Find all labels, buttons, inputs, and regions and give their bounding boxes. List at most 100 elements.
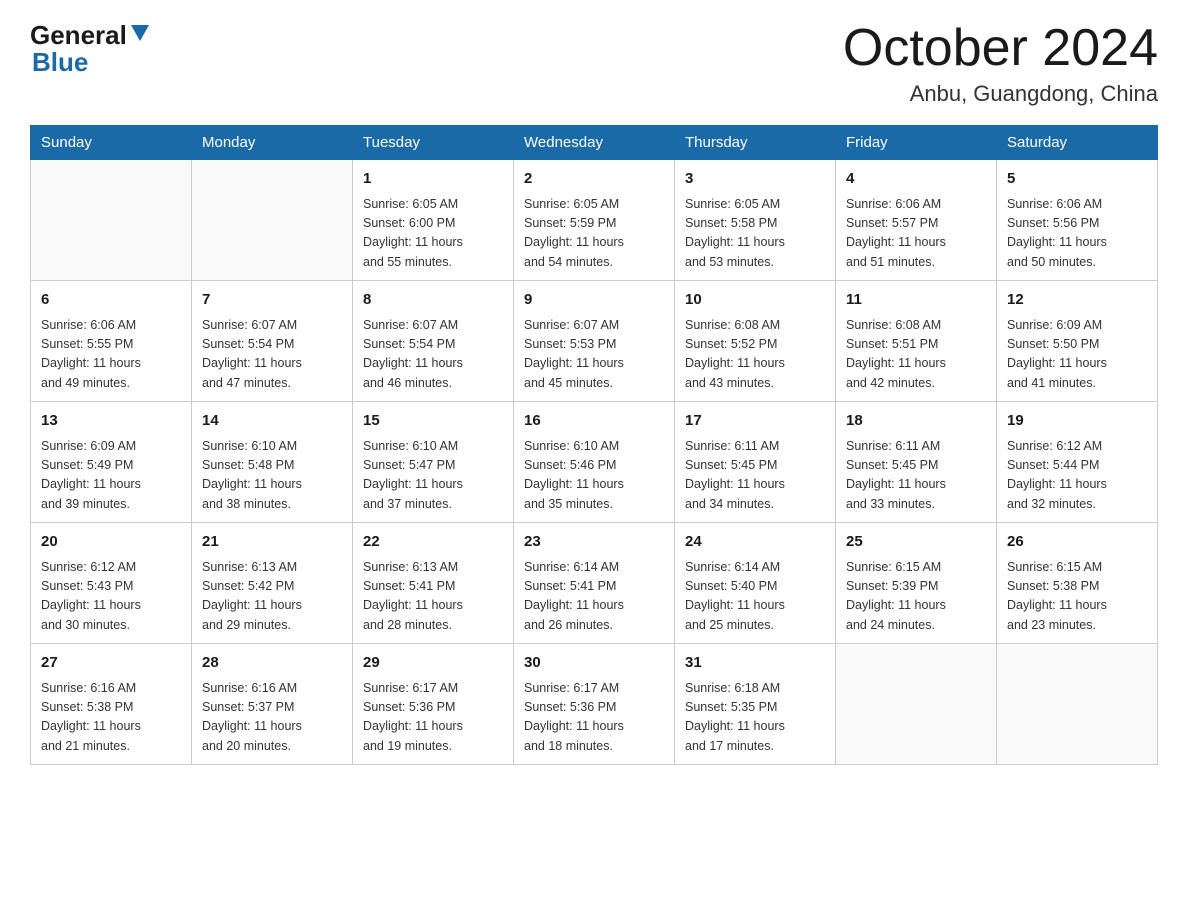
day-info: Sunrise: 6:07 AMSunset: 5:54 PMDaylight:… (363, 316, 503, 394)
day-number: 17 (685, 410, 825, 433)
day-info: Sunrise: 6:18 AMSunset: 5:35 PMDaylight:… (685, 679, 825, 757)
day-info: Sunrise: 6:13 AMSunset: 5:42 PMDaylight:… (202, 558, 342, 636)
day-number: 25 (846, 531, 986, 554)
header-monday: Monday (192, 126, 353, 160)
calendar-cell: 15 Sunrise: 6:10 AMSunset: 5:47 PMDayligh… (353, 402, 514, 523)
day-info: Sunrise: 6:05 AMSunset: 5:58 PMDaylight:… (685, 195, 825, 273)
header-tuesday: Tuesday (353, 126, 514, 160)
day-number: 31 (685, 652, 825, 675)
calendar-cell: 30Sunrise: 6:17 AMSunset: 5:36 PMDayligh… (514, 644, 675, 765)
logo-blue-text: Blue (32, 47, 88, 77)
day-number: 28 (202, 652, 342, 675)
day-info: Sunrise: 6:05 AMSunset: 5:59 PMDaylight:… (524, 195, 664, 273)
day-info: Sunrise: 6:16 AMSunset: 5:38 PMDaylight:… (41, 679, 181, 757)
day-number: 9 (524, 289, 664, 312)
day-number: 10 (685, 289, 825, 312)
calendar-week-5: 27 Sunrise: 6:16 AMSunset: 5:38 PMDayligh… (31, 644, 1158, 765)
calendar-cell: 22Sunrise: 6:13 AMSunset: 5:41 PMDayligh… (353, 523, 514, 644)
day-number: 7 (202, 289, 342, 312)
day-info: Sunrise: 6:07 AMSunset: 5:53 PMDaylight:… (524, 316, 664, 394)
day-info: Sunrise: 6:08 AMSunset: 5:52 PMDaylight:… (685, 316, 825, 394)
day-info: Sunrise: 6:08 AMSunset: 5:51 PMDaylight:… (846, 316, 986, 394)
page-header: General Blue October 2024 Anbu, Guangdon… (30, 20, 1158, 107)
day-number: 19 (1007, 410, 1147, 433)
calendar-cell: 20Sunrise: 6:12 AMSunset: 5:43 PMDayligh… (31, 523, 192, 644)
calendar-cell: 6 Sunrise: 6:06 AMSunset: 5:55 PMDaylight… (31, 281, 192, 402)
calendar-cell: 28 Sunrise: 6:16 AMSunset: 5:37 PMDayligh… (192, 644, 353, 765)
day-number: 6 (41, 289, 181, 312)
calendar-week-3: 13Sunrise: 6:09 AMSunset: 5:49 PMDayligh… (31, 402, 1158, 523)
day-info: Sunrise: 6:07 AMSunset: 5:54 PMDaylight:… (202, 316, 342, 394)
day-info: Sunrise: 6:11 AMSunset: 5:45 PMDaylight:… (685, 437, 825, 515)
calendar-cell (192, 160, 353, 281)
day-info: Sunrise: 6:09 AMSunset: 5:49 PMDaylight:… (41, 437, 181, 515)
calendar-cell (997, 644, 1158, 765)
day-info: Sunrise: 6:14 AMSunset: 5:41 PMDaylight:… (524, 558, 664, 636)
day-info: Sunrise: 6:10 AMSunset: 5:48 PMDaylight:… (202, 437, 342, 515)
header-friday: Friday (836, 126, 997, 160)
day-info: Sunrise: 6:11 AMSunset: 5:45 PMDaylight:… (846, 437, 986, 515)
calendar-cell (31, 160, 192, 281)
day-info: Sunrise: 6:06 AMSunset: 5:57 PMDaylight:… (846, 195, 986, 273)
day-info: Sunrise: 6:14 AMSunset: 5:40 PMDaylight:… (685, 558, 825, 636)
title-area: October 2024 Anbu, Guangdong, China (843, 20, 1158, 107)
calendar-cell: 8Sunrise: 6:07 AMSunset: 5:54 PMDaylight… (353, 281, 514, 402)
calendar-cell: 23 Sunrise: 6:14 AMSunset: 5:41 PMDayligh… (514, 523, 675, 644)
day-number: 26 (1007, 531, 1147, 554)
logo: General Blue (30, 20, 151, 76)
header-saturday: Saturday (997, 126, 1158, 160)
day-number: 15 (363, 410, 503, 433)
calendar-cell: 3 Sunrise: 6:05 AMSunset: 5:58 PMDaylight… (675, 160, 836, 281)
header-thursday: Thursday (675, 126, 836, 160)
calendar-week-4: 20Sunrise: 6:12 AMSunset: 5:43 PMDayligh… (31, 523, 1158, 644)
calendar-cell: 14Sunrise: 6:10 AMSunset: 5:48 PMDayligh… (192, 402, 353, 523)
day-number: 1 (363, 168, 503, 191)
logo-icon (129, 21, 151, 48)
calendar-week-1: 1 Sunrise: 6:05 AMSunset: 6:00 PMDaylight… (31, 160, 1158, 281)
page-title: October 2024 (843, 20, 1158, 77)
day-info: Sunrise: 6:16 AMSunset: 5:37 PMDaylight:… (202, 679, 342, 757)
calendar-cell: 9 Sunrise: 6:07 AMSunset: 5:53 PMDaylight… (514, 281, 675, 402)
day-number: 23 (524, 531, 664, 554)
day-info: Sunrise: 6:06 AMSunset: 5:55 PMDaylight:… (41, 316, 181, 394)
calendar-cell: 26 Sunrise: 6:15 AMSunset: 5:38 PMDayligh… (997, 523, 1158, 644)
calendar-cell: 7 Sunrise: 6:07 AMSunset: 5:54 PMDaylight… (192, 281, 353, 402)
day-info: Sunrise: 6:15 AMSunset: 5:38 PMDaylight:… (1007, 558, 1147, 636)
day-number: 3 (685, 168, 825, 191)
calendar-cell: 21 Sunrise: 6:13 AMSunset: 5:42 PMDayligh… (192, 523, 353, 644)
calendar-cell: 27 Sunrise: 6:16 AMSunset: 5:38 PMDayligh… (31, 644, 192, 765)
day-number: 5 (1007, 168, 1147, 191)
day-info: Sunrise: 6:05 AMSunset: 6:00 PMDaylight:… (363, 195, 503, 273)
calendar-cell: 29 Sunrise: 6:17 AMSunset: 5:36 PMDayligh… (353, 644, 514, 765)
day-info: Sunrise: 6:10 AMSunset: 5:47 PMDaylight:… (363, 437, 503, 515)
day-number: 27 (41, 652, 181, 675)
day-info: Sunrise: 6:15 AMSunset: 5:39 PMDaylight:… (846, 558, 986, 636)
day-info: Sunrise: 6:17 AMSunset: 5:36 PMDaylight:… (363, 679, 503, 757)
page-subtitle: Anbu, Guangdong, China (843, 81, 1158, 107)
day-info: Sunrise: 6:10 AMSunset: 5:46 PMDaylight:… (524, 437, 664, 515)
calendar-cell: 19Sunrise: 6:12 AMSunset: 5:44 PMDayligh… (997, 402, 1158, 523)
calendar-cell: 12 Sunrise: 6:09 AMSunset: 5:50 PMDayligh… (997, 281, 1158, 402)
logo-triangle-icon (129, 21, 151, 43)
day-number: 2 (524, 168, 664, 191)
calendar-cell: 24Sunrise: 6:14 AMSunset: 5:40 PMDayligh… (675, 523, 836, 644)
day-number: 11 (846, 289, 986, 312)
calendar-header-row: SundayMondayTuesdayWednesdayThursdayFrid… (31, 126, 1158, 160)
day-number: 29 (363, 652, 503, 675)
day-number: 21 (202, 531, 342, 554)
day-number: 16 (524, 410, 664, 433)
calendar-cell (836, 644, 997, 765)
calendar-week-2: 6 Sunrise: 6:06 AMSunset: 5:55 PMDaylight… (31, 281, 1158, 402)
header-sunday: Sunday (31, 126, 192, 160)
calendar-cell: 11 Sunrise: 6:08 AMSunset: 5:51 PMDayligh… (836, 281, 997, 402)
calendar-cell: 16 Sunrise: 6:10 AMSunset: 5:46 PMDayligh… (514, 402, 675, 523)
day-number: 12 (1007, 289, 1147, 312)
calendar-cell: 18Sunrise: 6:11 AMSunset: 5:45 PMDayligh… (836, 402, 997, 523)
day-number: 4 (846, 168, 986, 191)
calendar-table: SundayMondayTuesdayWednesdayThursdayFrid… (30, 125, 1158, 765)
calendar-cell: 13Sunrise: 6:09 AMSunset: 5:49 PMDayligh… (31, 402, 192, 523)
calendar-cell: 5Sunrise: 6:06 AMSunset: 5:56 PMDaylight… (997, 160, 1158, 281)
day-info: Sunrise: 6:09 AMSunset: 5:50 PMDaylight:… (1007, 316, 1147, 394)
day-info: Sunrise: 6:12 AMSunset: 5:43 PMDaylight:… (41, 558, 181, 636)
day-number: 22 (363, 531, 503, 554)
